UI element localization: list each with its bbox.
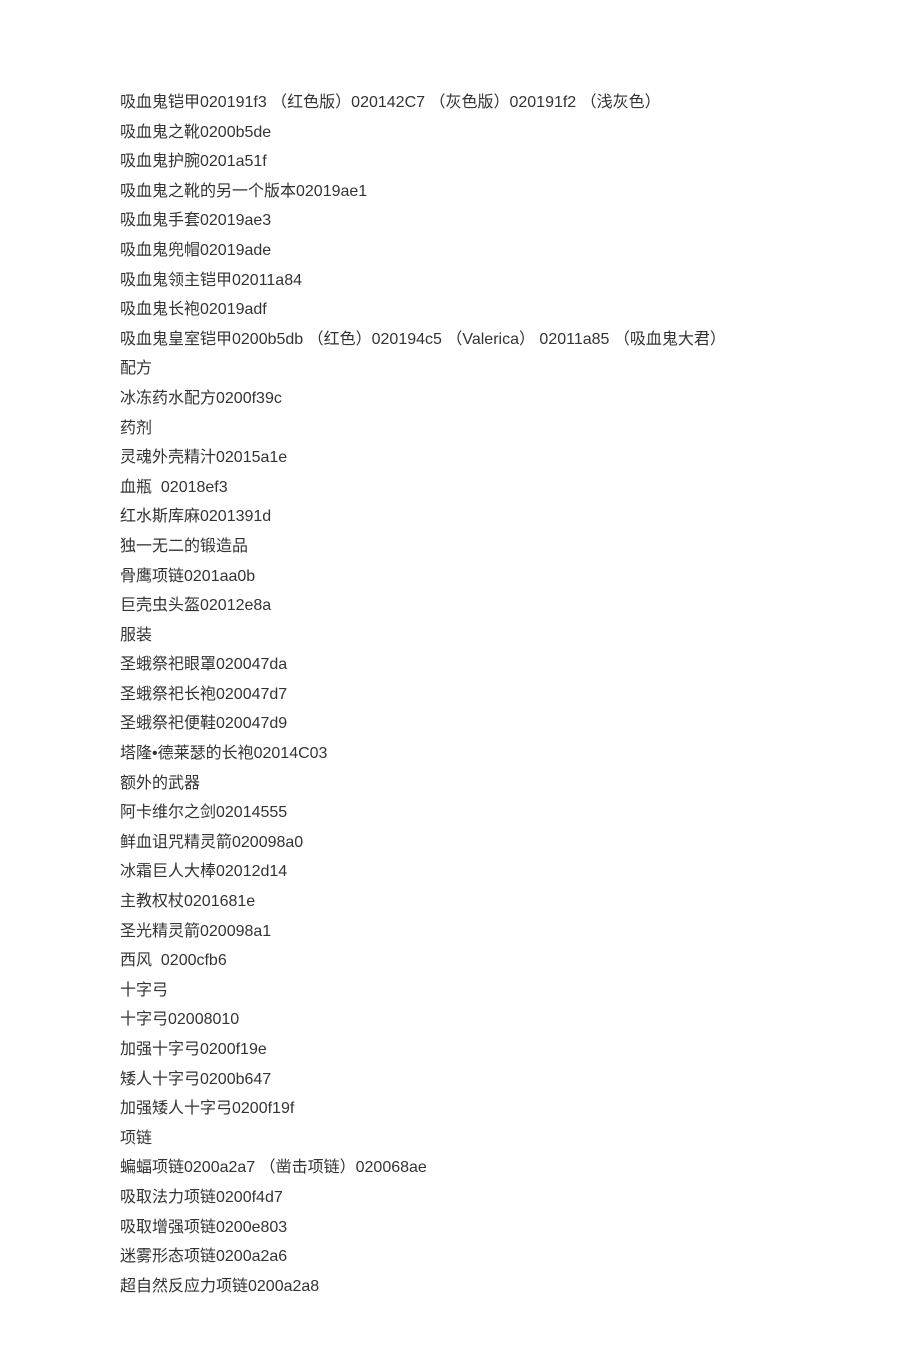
document-page: 吸血鬼铠甲020191f3 （红色版）020142C7 （灰色版）020191f… [0,0,920,1361]
text-line: 主教权杖0201681e [120,887,800,917]
text-line: 配方 [120,354,800,384]
text-line: 西风 0200cfb6 [120,946,800,976]
text-line: 灵魂外壳精汁02015a1e [120,443,800,473]
text-line: 吸血鬼领主铠甲02011a84 [120,266,800,296]
text-line: 阿卡维尔之剑02014555 [120,798,800,828]
text-line: 项链 [120,1124,800,1154]
text-line: 冰冻药水配方0200f39c [120,384,800,414]
text-line: 吸血鬼铠甲020191f3 （红色版）020142C7 （灰色版）020191f… [120,88,800,118]
text-line: 吸血鬼长袍02019adf [120,295,800,325]
text-line: 十字弓02008010 [120,1005,800,1035]
text-line: 吸血鬼护腕0201a51f [120,147,800,177]
text-line: 蝙蝠项链0200a2a7 （凿击项链）020068ae [120,1153,800,1183]
text-line: 吸血鬼之靴的另一个版本02019ae1 [120,177,800,207]
text-line: 冰霜巨人大棒02012d14 [120,857,800,887]
text-line: 吸血鬼手套02019ae3 [120,206,800,236]
text-line: 血瓶 02018ef3 [120,473,800,503]
text-line: 额外的武器 [120,769,800,799]
text-line: 鲜血诅咒精灵箭020098a0 [120,828,800,858]
text-line: 骨鹰项链0201aa0b [120,562,800,592]
text-line: 吸血鬼之靴0200b5de [120,118,800,148]
text-line: 塔隆•德莱瑟的长袍02014C03 [120,739,800,769]
text-line: 药剂 [120,414,800,444]
text-line: 服装 [120,621,800,651]
text-line: 红水斯库麻0201391d [120,502,800,532]
text-line: 圣蛾祭祀长袍020047d7 [120,680,800,710]
text-line: 吸取增强项链0200e803 [120,1213,800,1243]
text-line: 吸血鬼兜帽02019ade [120,236,800,266]
text-line: 矮人十字弓0200b647 [120,1065,800,1095]
text-line: 迷雾形态项链0200a2a6 [120,1242,800,1272]
text-line: 吸取法力项链0200f4d7 [120,1183,800,1213]
text-line: 圣蛾祭祀眼罩020047da [120,650,800,680]
text-line: 加强矮人十字弓0200f19f [120,1094,800,1124]
text-line: 巨壳虫头盔02012e8a [120,591,800,621]
text-line: 圣光精灵箭020098a1 [120,917,800,947]
text-line: 吸血鬼皇室铠甲0200b5db （红色）020194c5 （Valerica） … [120,325,800,355]
text-line: 圣蛾祭祀便鞋020047d9 [120,709,800,739]
text-line: 超自然反应力项链0200a2a8 [120,1272,800,1302]
text-line: 独一无二的锻造品 [120,532,800,562]
text-line: 十字弓 [120,976,800,1006]
text-line: 加强十字弓0200f19e [120,1035,800,1065]
